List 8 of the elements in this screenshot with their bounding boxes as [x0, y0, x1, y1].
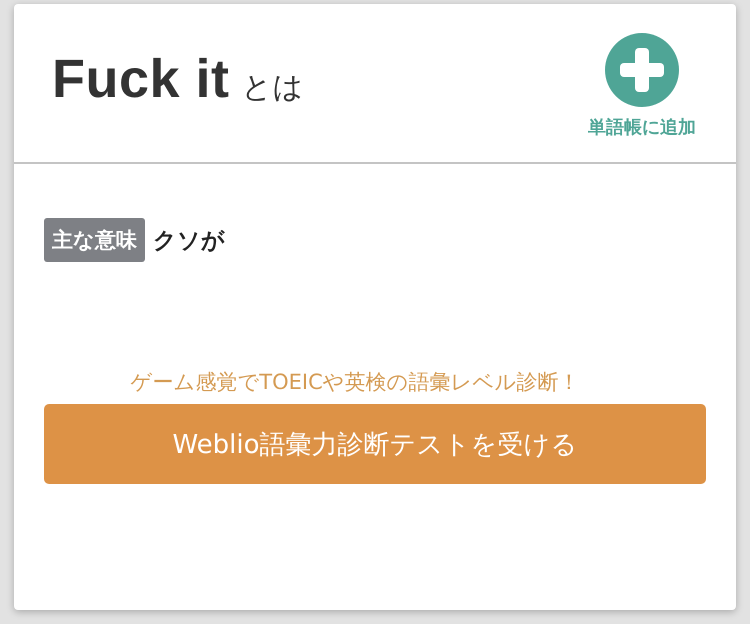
plus-icon [605, 33, 679, 107]
add-to-wordbook-button[interactable]: 単語帳に追加 [588, 33, 696, 139]
entry-title: Fuck it [52, 48, 230, 110]
promo-tagline: ゲーム感覚でTOEICや英検の語彙レベル診断！ [129, 369, 581, 396]
title-suffix: とは [242, 69, 304, 107]
main-meaning-label: 主な意味 [44, 218, 145, 262]
vocabulary-test-button[interactable]: Weblio語彙力診断テストを受ける [44, 404, 706, 484]
meaning-text: クソが [153, 226, 225, 256]
